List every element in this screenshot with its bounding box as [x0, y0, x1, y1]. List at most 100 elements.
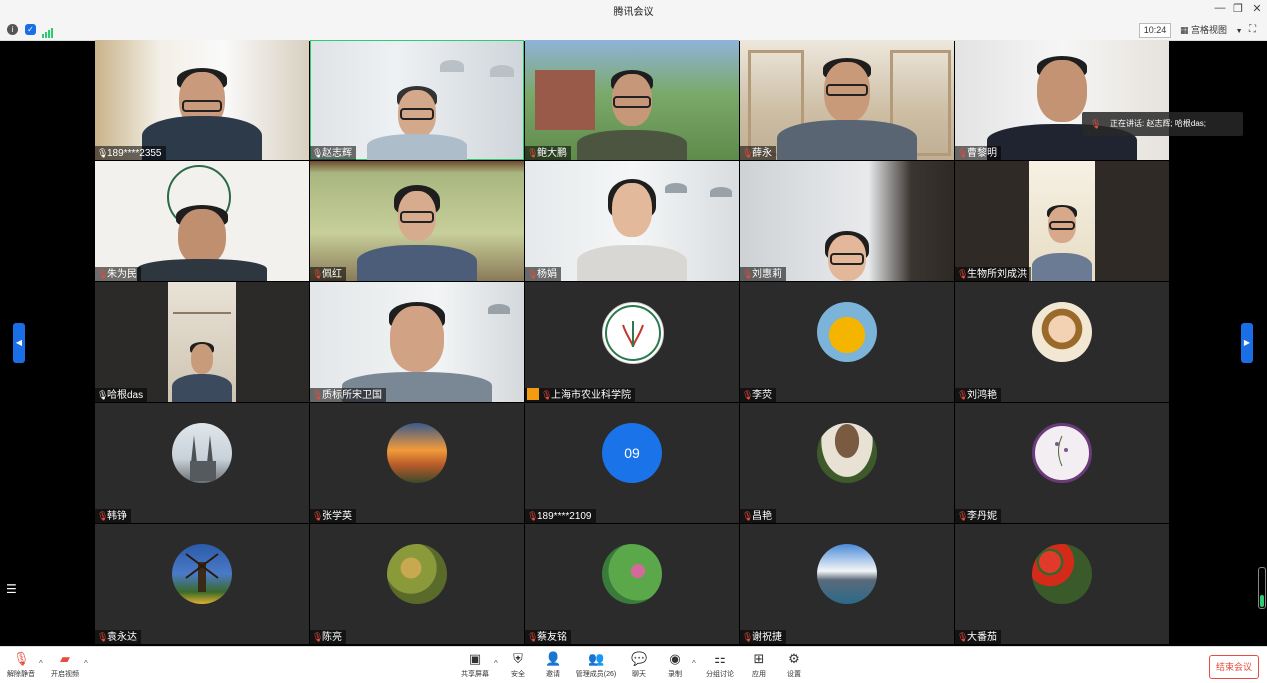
participant-name: 🎙张学英: [310, 509, 356, 523]
participant-tile[interactable]: 09 🎙189****2109: [525, 403, 739, 523]
participant-name: 🎙蔡友铭: [525, 630, 571, 644]
participant-name: 🎙薛永: [740, 146, 776, 160]
microphone-muted-icon: 🎙: [957, 390, 969, 400]
participant-tile[interactable]: 🎙上海市农业科学院: [525, 282, 739, 402]
view-mode-button[interactable]: ▦ 宫格视图 ▼: [1180, 23, 1243, 36]
shield-icon[interactable]: ✓: [25, 24, 36, 35]
participant-tile[interactable]: 🎙质标所宋卫国: [310, 282, 524, 402]
end-meeting-button[interactable]: 结束会议: [1209, 655, 1259, 679]
participant-tile[interactable]: 🎙韩铮: [95, 403, 309, 523]
microphone-muted-icon: 🎙: [742, 269, 754, 279]
participant-tile[interactable]: 🎙张学英: [310, 403, 524, 523]
close-icon[interactable]: ✕: [1249, 2, 1265, 15]
title-bar: 腾讯会议 — ❐ ✕: [0, 0, 1267, 20]
participant-name: 🎙质标所宋卫国: [310, 388, 386, 402]
manage-members-button[interactable]: 👥 管理成员(26): [572, 651, 620, 679]
participant-name: 🎙赵志辉: [310, 146, 356, 160]
volume-indicator: [1258, 567, 1266, 609]
participant-tile[interactable]: 🎙曹黎明: [955, 40, 1169, 160]
microphone-muted-icon: 🎙: [97, 632, 109, 642]
participant-tile[interactable]: 🎙昌艳: [740, 403, 954, 523]
chevron-up-icon[interactable]: ^: [494, 659, 498, 668]
participant-name: 🎙生物所刘成洪: [955, 267, 1031, 281]
participant-tile[interactable]: 🎙哈根das: [95, 282, 309, 402]
participant-tile[interactable]: 🎙189****2355: [95, 40, 309, 160]
fullscreen-icon[interactable]: ⛶: [1249, 24, 1256, 35]
participant-tile[interactable]: 🎙袁永达: [95, 524, 309, 644]
participant-tile[interactable]: 🎙蔡友铭: [525, 524, 739, 644]
record-button[interactable]: ◉ 录制: [663, 651, 687, 679]
microphone-muted-icon: 🎙: [527, 269, 539, 279]
microphone-muted-icon: 🎙: [957, 269, 969, 279]
participant-tile[interactable]: 🎙陈亮: [310, 524, 524, 644]
participant-tile[interactable]: 🎙谢祝捷: [740, 524, 954, 644]
chevron-up-icon[interactable]: ^: [39, 659, 43, 668]
gear-icon: ⚙: [788, 651, 800, 666]
microphone-icon: 🎙: [312, 148, 324, 158]
participant-name: 🎙李荧: [740, 388, 776, 402]
microphone-muted-icon: 🎙: [742, 632, 754, 642]
microphone-muted-icon: 🎙: [527, 632, 539, 642]
microphone-muted-icon: 🎙: [527, 148, 539, 158]
microphone-muted-icon: 🎙: [312, 632, 324, 642]
invite-button[interactable]: 👤 邀请: [540, 651, 566, 679]
chevron-up-icon[interactable]: ^: [692, 659, 696, 668]
microphone-icon: 🎙: [97, 148, 109, 158]
next-page-button[interactable]: ▶: [1241, 323, 1253, 363]
participant-name: 🎙189****2109: [525, 509, 596, 523]
avatar: [817, 544, 877, 604]
participant-name: 🎙大番茄: [955, 630, 1001, 644]
view-mode-label: 宫格视图: [1191, 25, 1228, 35]
participant-name: 🎙杨娟: [525, 267, 561, 281]
microphone-icon: 🎙: [1090, 119, 1102, 129]
avatar: [1032, 302, 1092, 362]
participant-tile[interactable]: 🎙大番茄: [955, 524, 1169, 644]
participant-name: 🎙陈亮: [310, 630, 346, 644]
info-icon[interactable]: i: [7, 24, 18, 35]
member-list-icon[interactable]: ☰: [6, 582, 17, 596]
avatar: [172, 423, 232, 483]
meeting-timer: 10:24: [1139, 23, 1171, 38]
security-button[interactable]: ⛨ 安全: [506, 651, 530, 679]
participant-tile[interactable]: 🎙朱为民: [95, 161, 309, 281]
participant-name: 🎙189****2355: [95, 146, 166, 160]
host-icon: [527, 388, 539, 401]
avatar: [172, 544, 232, 604]
participant-tile[interactable]: 🎙李荧: [740, 282, 954, 402]
minimize-icon[interactable]: —: [1212, 2, 1228, 14]
unmute-button[interactable]: 🎙 解除静音: [6, 651, 36, 679]
avatar: [817, 302, 877, 362]
signal-icon[interactable]: [42, 25, 54, 38]
participant-name: 🎙曹黎明: [955, 146, 1001, 160]
avatar: [602, 544, 662, 604]
participant-tile[interactable]: 🎙刘鸿艳: [955, 282, 1169, 402]
chevron-up-icon[interactable]: ^: [84, 659, 88, 668]
participant-name: 🎙李丹妮: [955, 509, 1001, 523]
participant-tile[interactable]: 🎙薛永: [740, 40, 954, 160]
grid-icon: ▦: [1180, 25, 1189, 35]
participant-tile[interactable]: 🎙鲍大鹏: [525, 40, 739, 160]
start-video-button[interactable]: ▰ 开启视频: [48, 651, 82, 679]
participant-name: 🎙朱为民: [95, 267, 141, 281]
apps-button[interactable]: ⊞ 应用: [747, 651, 771, 679]
participant-tile[interactable]: 🎙李丹妮: [955, 403, 1169, 523]
participant-tile[interactable]: 🎙生物所刘成洪: [955, 161, 1169, 281]
avatar: [602, 302, 664, 364]
share-screen-button[interactable]: ▣ 共享屏幕: [458, 651, 492, 679]
participant-tile[interactable]: 🎙赵志辉: [310, 40, 524, 160]
avatar: [387, 544, 447, 604]
participant-name: 🎙佩红: [310, 267, 346, 281]
participant-tile[interactable]: 🎙杨娟: [525, 161, 739, 281]
breakout-icon: ⚏: [714, 651, 726, 666]
avatar: 09: [602, 423, 662, 483]
participant-tile[interactable]: 🎙刘惠莉: [740, 161, 954, 281]
microphone-muted-icon: 🎙: [312, 269, 324, 279]
chat-button[interactable]: 💬 聊天: [627, 651, 651, 679]
restore-icon[interactable]: ❐: [1230, 2, 1246, 15]
prev-page-button[interactable]: ◀: [13, 323, 25, 363]
participant-tile[interactable]: 🎙佩红: [310, 161, 524, 281]
meeting-topbar: i ✓ 10:24 ▦ 宫格视图 ▼ ⛶: [0, 20, 1267, 41]
chat-icon: 💬: [631, 651, 648, 666]
settings-button[interactable]: ⚙ 设置: [782, 651, 806, 679]
breakout-button[interactable]: ⚏ 分组讨论: [703, 651, 737, 679]
